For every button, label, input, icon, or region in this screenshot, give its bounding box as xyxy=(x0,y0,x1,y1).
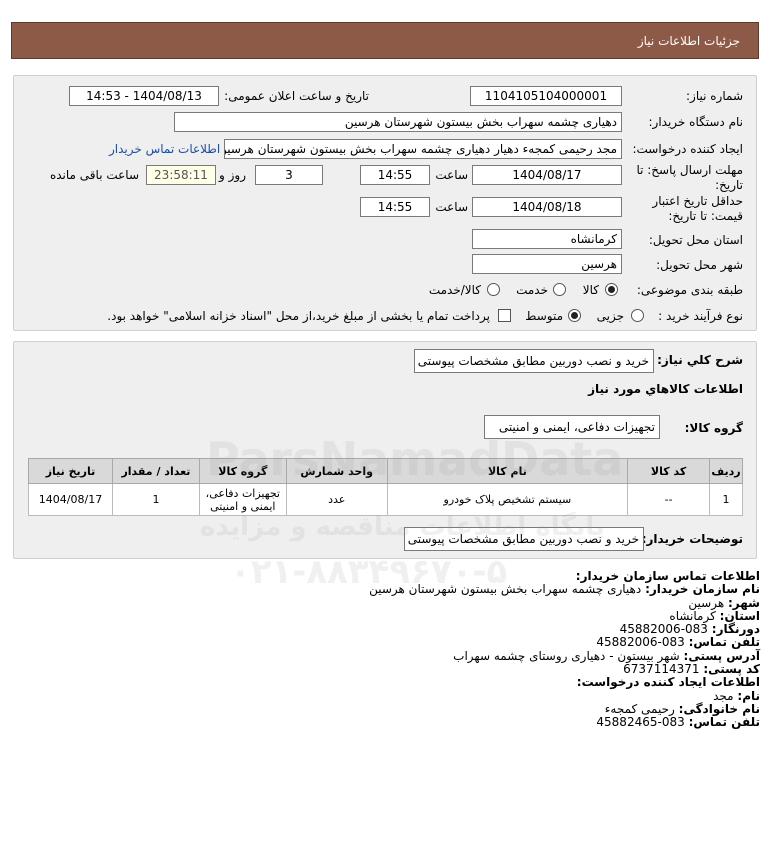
deadline-label-1: مهلت ارسال پاسخ: تا xyxy=(636,163,743,177)
province-field: کرمانشاه xyxy=(472,229,622,249)
table-row: 1 -- سیستم تشخیص پلاک خودرو عدد تجهیزات … xyxy=(28,483,743,516)
payment-note: پرداخت تمام یا بخشی از مبلغ خرید،از محل … xyxy=(107,309,490,323)
goods-info-title: اطلاعات کالاهاي مورد نياز xyxy=(588,382,743,396)
col-group: گروه کالا xyxy=(198,458,287,484)
category-radio-goods[interactable] xyxy=(605,283,618,296)
col-unit: واحد شمارش xyxy=(285,458,388,484)
validity-time-label: ساعت xyxy=(435,200,468,214)
process-minor-label: جزیی xyxy=(596,309,624,323)
col-date: تاریخ نیاز xyxy=(28,458,113,484)
remaining-time-field: 23:58:11 xyxy=(146,165,216,185)
process-label: نوع فرآیند خرید : xyxy=(658,309,743,323)
creator-last-name: نام خانوادگی: رحیمی کمجهء xyxy=(604,701,760,716)
cell-code: -- xyxy=(627,483,711,516)
cell-qty: 1 xyxy=(112,483,200,516)
summary-label: شرح کلي نياز: xyxy=(657,353,743,367)
validity-label-2: قیمت: تا تاریخ: xyxy=(668,209,743,223)
page-title: جزئیات اطلاعات نیاز xyxy=(637,34,740,48)
creator-contact-title: اطلاعات ایجاد کننده درخواست: xyxy=(576,675,760,690)
cell-name: سیستم تشخیص پلاک خودرو xyxy=(386,483,629,516)
city-field: هرسین xyxy=(472,254,622,274)
need-number-label: شماره نیاز: xyxy=(686,89,743,103)
need-number-field: 1104105104000001 xyxy=(470,86,622,106)
summary-field: خرید و نصب دوربین مطابق مشخصات پیوستی xyxy=(414,349,654,373)
creator-first-name: نام: مجد xyxy=(713,688,760,703)
province-label: استان محل تحویل: xyxy=(648,233,743,247)
goods-table: ردیف کد کالا نام کالا واحد شمارش گروه کا… xyxy=(28,458,743,516)
buyer-label: نام دستگاه خریدار: xyxy=(648,115,744,129)
contact-province: استان: کرمانشاه xyxy=(669,608,760,623)
days-field: 3 xyxy=(255,165,323,185)
creator-field: مجد رحیمی کمجهء دهیار دهیاری چشمه سهراب … xyxy=(224,139,622,159)
contact-postal: کد پستی: 6737114371 xyxy=(623,662,760,677)
cell-group: تجهیزات دفاعی، ایمنی و امنیتی xyxy=(198,483,287,516)
buyer-notes-field: خرید و نصب دوربین مطابق مشخصات پیوستی xyxy=(404,527,644,551)
contact-section: اطلاعات تماس سازمان خریدار: نام سازمان خ… xyxy=(369,569,760,730)
col-qty: تعداد / مقدار xyxy=(112,458,200,484)
deadline-label-2: تاریخ: xyxy=(715,178,743,192)
treasury-checkbox[interactable] xyxy=(498,309,511,322)
process-medium-label: متوسط xyxy=(525,309,563,323)
category-radio-service[interactable] xyxy=(553,283,566,296)
remaining-label: ساعت باقی مانده xyxy=(49,168,139,182)
contact-phone: تلفن تماس: 083-45882006 xyxy=(596,635,760,650)
contact-buyer-name: نام سازمان خریدار: دهیاری چشمه سهراب بخش… xyxy=(369,582,760,597)
deadline-date-field: 1404/08/17 xyxy=(472,165,622,185)
days-label: روز و xyxy=(219,168,246,182)
contact-address: آدرس پستی: شهر بیستون - دهیاری روستای چش… xyxy=(453,648,760,663)
creator-label: ایجاد کننده درخواست: xyxy=(632,142,743,156)
cell-row: 1 xyxy=(709,483,743,516)
group-field: تجهیزات دفاعی، ایمنی و امنیتی xyxy=(484,415,660,439)
goods-table-header: ردیف کد کالا نام کالا واحد شمارش گروه کا… xyxy=(28,458,743,484)
col-code: کد کالا xyxy=(627,458,711,484)
validity-time-field: 14:55 xyxy=(360,197,430,217)
announce-label: تاریخ و ساعت اعلان عمومی: xyxy=(224,89,369,103)
category-service-label: خدمت xyxy=(516,283,548,297)
category-label: طبقه بندی موضوعی: xyxy=(636,283,743,297)
group-label: گروه کالا: xyxy=(684,421,743,435)
process-radio-minor[interactable] xyxy=(631,309,644,322)
validity-label-1: حداقل تاریخ اعتبار xyxy=(652,194,743,208)
announce-field: 1404/08/13 - 14:53 xyxy=(69,86,219,106)
buyer-contact-link[interactable]: اطلاعات تماس خریدار xyxy=(109,142,220,156)
page-header: جزئیات اطلاعات نیاز xyxy=(11,22,759,59)
col-name: نام کالا xyxy=(386,458,629,484)
org-contact-title: اطلاعات تماس سازمان خریدار: xyxy=(575,569,760,583)
buyer-field: دهیاری چشمه سهراب بخش بیستون شهرستان هرس… xyxy=(174,112,622,132)
creator-phone: تلفن تماس: 083-45882465 xyxy=(596,715,760,730)
deadline-time-field: 14:55 xyxy=(360,165,430,185)
cell-unit: عدد xyxy=(285,483,388,516)
contact-city: شهر: هرسین xyxy=(688,595,760,610)
contact-fax: دورنگار: 083-45882006 xyxy=(619,622,760,637)
buyer-notes-label: توضیحات خریدار: xyxy=(641,532,743,546)
col-row: ردیف xyxy=(709,458,743,484)
details-panel xyxy=(13,341,757,559)
validity-date-field: 1404/08/18 xyxy=(472,197,622,217)
category-goods-label: کالا xyxy=(582,283,599,297)
category-goods-service-label: کالا/خدمت xyxy=(428,283,481,297)
category-radio-goods-service[interactable] xyxy=(487,283,500,296)
city-label: شهر محل تحویل: xyxy=(656,258,743,272)
deadline-time-label: ساعت xyxy=(435,168,468,182)
cell-date: 1404/08/17 xyxy=(28,483,113,516)
process-radio-medium[interactable] xyxy=(568,309,581,322)
